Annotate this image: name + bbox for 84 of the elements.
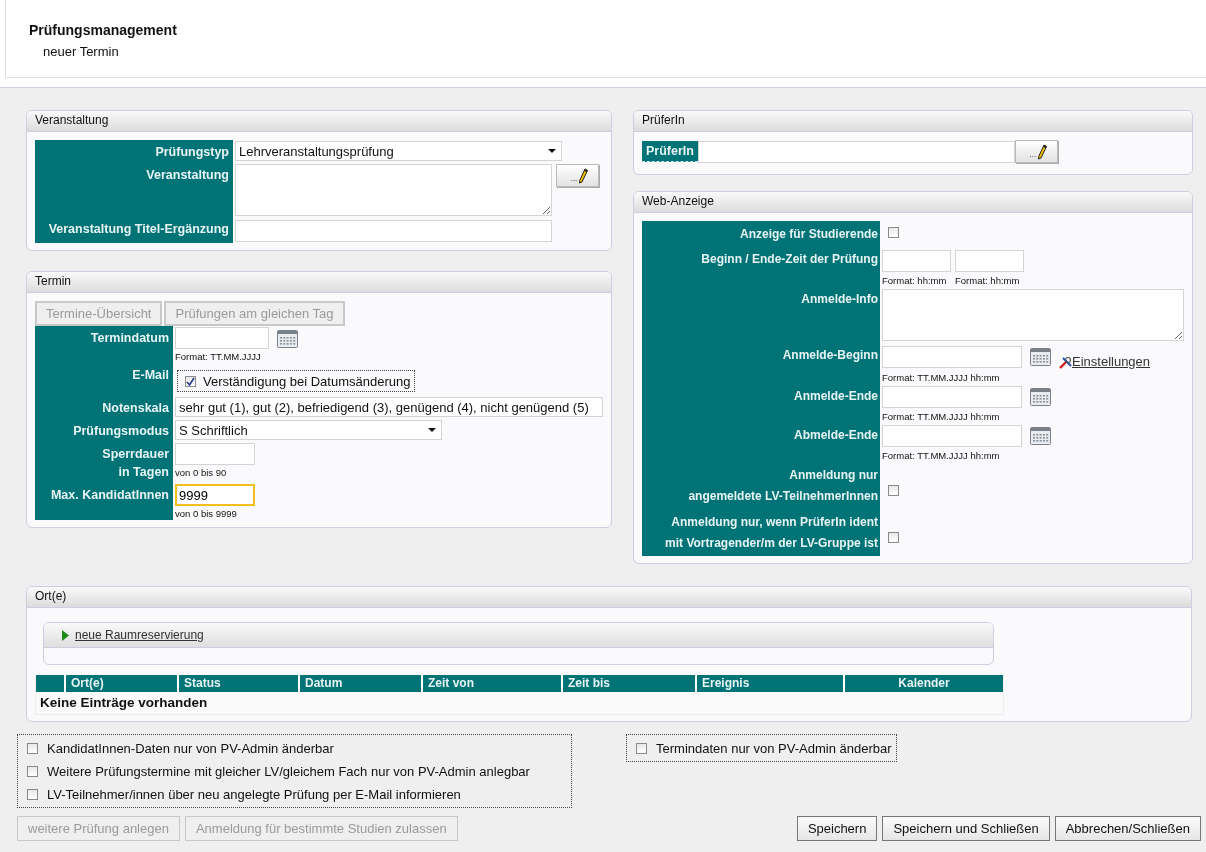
input-field[interactable] [235, 220, 552, 242]
panel-title: Veranstaltung [27, 111, 611, 132]
column-header: Zeit bis [563, 675, 697, 692]
checkbox[interactable] [888, 485, 899, 496]
field-label: PrüferIn [642, 141, 698, 162]
panel-title: PrüferIn [634, 111, 1192, 132]
checkbox[interactable] [888, 532, 899, 543]
input-field[interactable]: 9999 [175, 484, 255, 506]
calendar-icon[interactable] [1030, 388, 1051, 406]
checkbox[interactable] [27, 788, 38, 800]
field-label: Veranstaltung Titel-Ergänzung [35, 217, 233, 243]
checkbox[interactable] [888, 227, 899, 238]
button[interactable]: Speichern [796, 816, 878, 841]
field-label: Max. KandidatInnen [35, 483, 173, 520]
checkbox[interactable] [185, 376, 196, 387]
panel-title: Web-Anzeige [634, 192, 1192, 213]
page-title: Prüfungsmanagement [29, 22, 177, 38]
pencil-icon [578, 167, 589, 184]
button[interactable]: Abbrechen/Schließen [1054, 816, 1201, 841]
triangle-icon [62, 629, 69, 641]
checkbox-label: LV-Teilnehmer/innen über neu angelegte Prüfung per E-Mail informieren [47, 786, 461, 802]
input-field[interactable] [697, 140, 1015, 163]
column-header: Datum [300, 675, 423, 692]
button[interactable]: Speichern und Schließen [882, 816, 1050, 841]
column-header: Ereignis [697, 675, 845, 692]
format-hint: von 0 bis 90 [175, 467, 228, 478]
checkbox-label: Weitere Prüfungstermine mit gleicher LV/gleichem Fach nur von PV-Admin anlegbar [47, 763, 530, 779]
format-hint: von 0 bis 9999 [175, 508, 238, 519]
field-label: Beginn / Ende-Zeit der Prüfung [642, 247, 880, 287]
page-subtitle: neuer Termin [43, 44, 119, 59]
reservation-link[interactable]: neue Raumreservierung [75, 628, 204, 642]
caret-icon [428, 428, 436, 432]
format-hint: Format: hh:mm [955, 275, 1021, 286]
field-label: Anmeldung nur, wenn PrüferIn ident mit Vortragender/m der LV-Gruppe ist [642, 509, 880, 556]
field-label: Prüfungsmodus [35, 419, 173, 442]
field-label: Sperrdauer in Tagen [35, 442, 173, 483]
checkbox[interactable] [636, 742, 647, 754]
field-label: Prüfungstyp [35, 140, 233, 163]
panel-title: Termin [27, 272, 611, 293]
input-field[interactable] [882, 386, 1022, 408]
input-field[interactable] [882, 346, 1022, 368]
empty-message: Keine Einträge vorhanden [40, 695, 208, 710]
field-label: Anzeige für Studierende [642, 221, 880, 247]
calendar-icon[interactable] [1030, 348, 1051, 366]
format-hint: Format: TT.MM.JJJJ hh:mm [882, 372, 1001, 383]
format-hint: Format: hh:mm [882, 275, 948, 286]
checkbox-label: KandidatInnen-Daten nur von PV-Admin änderbar [47, 740, 334, 756]
field-label: Anmelde-Ende [642, 384, 880, 423]
field-label: Veranstaltung [35, 163, 233, 217]
pencil-icon [1037, 143, 1048, 160]
checkbox[interactable] [27, 742, 38, 754]
column-header: Zeit von [423, 675, 563, 692]
dropdown-field[interactable]: Lehrveranstaltungsprüfung [235, 141, 562, 161]
dropdown-field[interactable]: sehr gut (1), gut (2), befriedigend (3), genügend (4), nicht genügend (5) [175, 397, 603, 417]
field-label: Termindatum [35, 326, 173, 363]
column-header: Status [179, 675, 300, 692]
calendar-icon[interactable] [1030, 427, 1051, 445]
field-label: Anmelde-Info [642, 287, 880, 343]
format-hint: Format: TT.MM.JJJJ [175, 351, 262, 362]
format-hint: Format: TT.MM.JJJJ hh:mm [882, 450, 1001, 461]
field-label: Notenskala [35, 396, 173, 419]
checkbox-label: Verständigung bei Datumsänderung [203, 374, 411, 389]
dropdown-field[interactable]: S Schriftlich [175, 420, 442, 440]
input-field[interactable] [955, 250, 1024, 272]
picker-button[interactable]: ... [1014, 140, 1058, 163]
tools-icon [1059, 356, 1072, 369]
field-label: Abmelde-Ende [642, 423, 880, 462]
format-hint: Format: TT.MM.JJJJ hh:mm [882, 411, 1001, 422]
field-label: Anmelde-Beginn [642, 343, 880, 384]
picker-button[interactable]: ... [556, 164, 599, 187]
input-field[interactable] [175, 327, 269, 349]
column-header: Kalender [845, 675, 1003, 692]
input-field[interactable] [175, 443, 255, 465]
settings-link[interactable]: Einstellungen [1059, 354, 1151, 369]
checkbox-label: Termindaten nur von PV-Admin änderbar [656, 740, 892, 756]
field-label: Anmeldung nur angemeldete LV-TeilnehmerInnen [642, 462, 880, 509]
calendar-icon[interactable] [277, 329, 298, 348]
column-header: Ort(e) [66, 675, 179, 692]
checkbox[interactable] [27, 765, 38, 777]
input-field[interactable] [882, 425, 1022, 447]
panel-title: Ort(e) [27, 587, 1191, 608]
caret-icon [548, 149, 556, 153]
input-field[interactable] [882, 250, 951, 272]
field-label: E-Mail [35, 363, 173, 396]
